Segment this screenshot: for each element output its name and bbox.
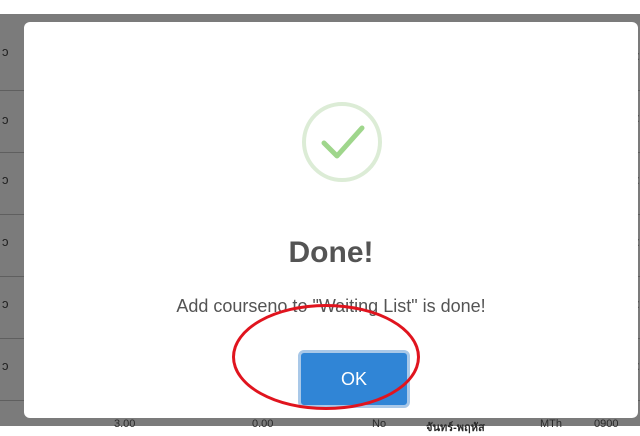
background-day-cell: จันทร์-พฤหัส	[426, 422, 485, 434]
success-dialog: Done! Add courseno to "Waiting List" is …	[24, 22, 638, 418]
background-header-strip	[0, 0, 640, 14]
background-cell-fragment: ɔ	[2, 112, 9, 127]
dialog-message: Add courseno to "Waiting List" is done!	[176, 296, 486, 316]
background-credit-cell: 3.00	[114, 418, 136, 430]
check-mark-icon	[321, 125, 365, 159]
background-flag-cell: No	[372, 418, 387, 430]
background-time-cell: 0900	[594, 418, 619, 430]
background-credit-cell: 0.00	[252, 418, 274, 430]
dialog-title: Done!	[288, 236, 374, 269]
success-check-icon	[302, 102, 382, 182]
background-cell-fragment: ɔ	[2, 172, 9, 187]
background-cell-fragment: ɔ	[2, 296, 9, 311]
ok-button[interactable]: OK	[298, 350, 410, 408]
background-cell-fragment: ɔ	[2, 44, 9, 59]
background-day-code-cell: MTh	[540, 418, 562, 430]
background-cell-fragment: ɔ	[2, 358, 9, 373]
background-cell-fragment: ɔ	[2, 234, 9, 249]
